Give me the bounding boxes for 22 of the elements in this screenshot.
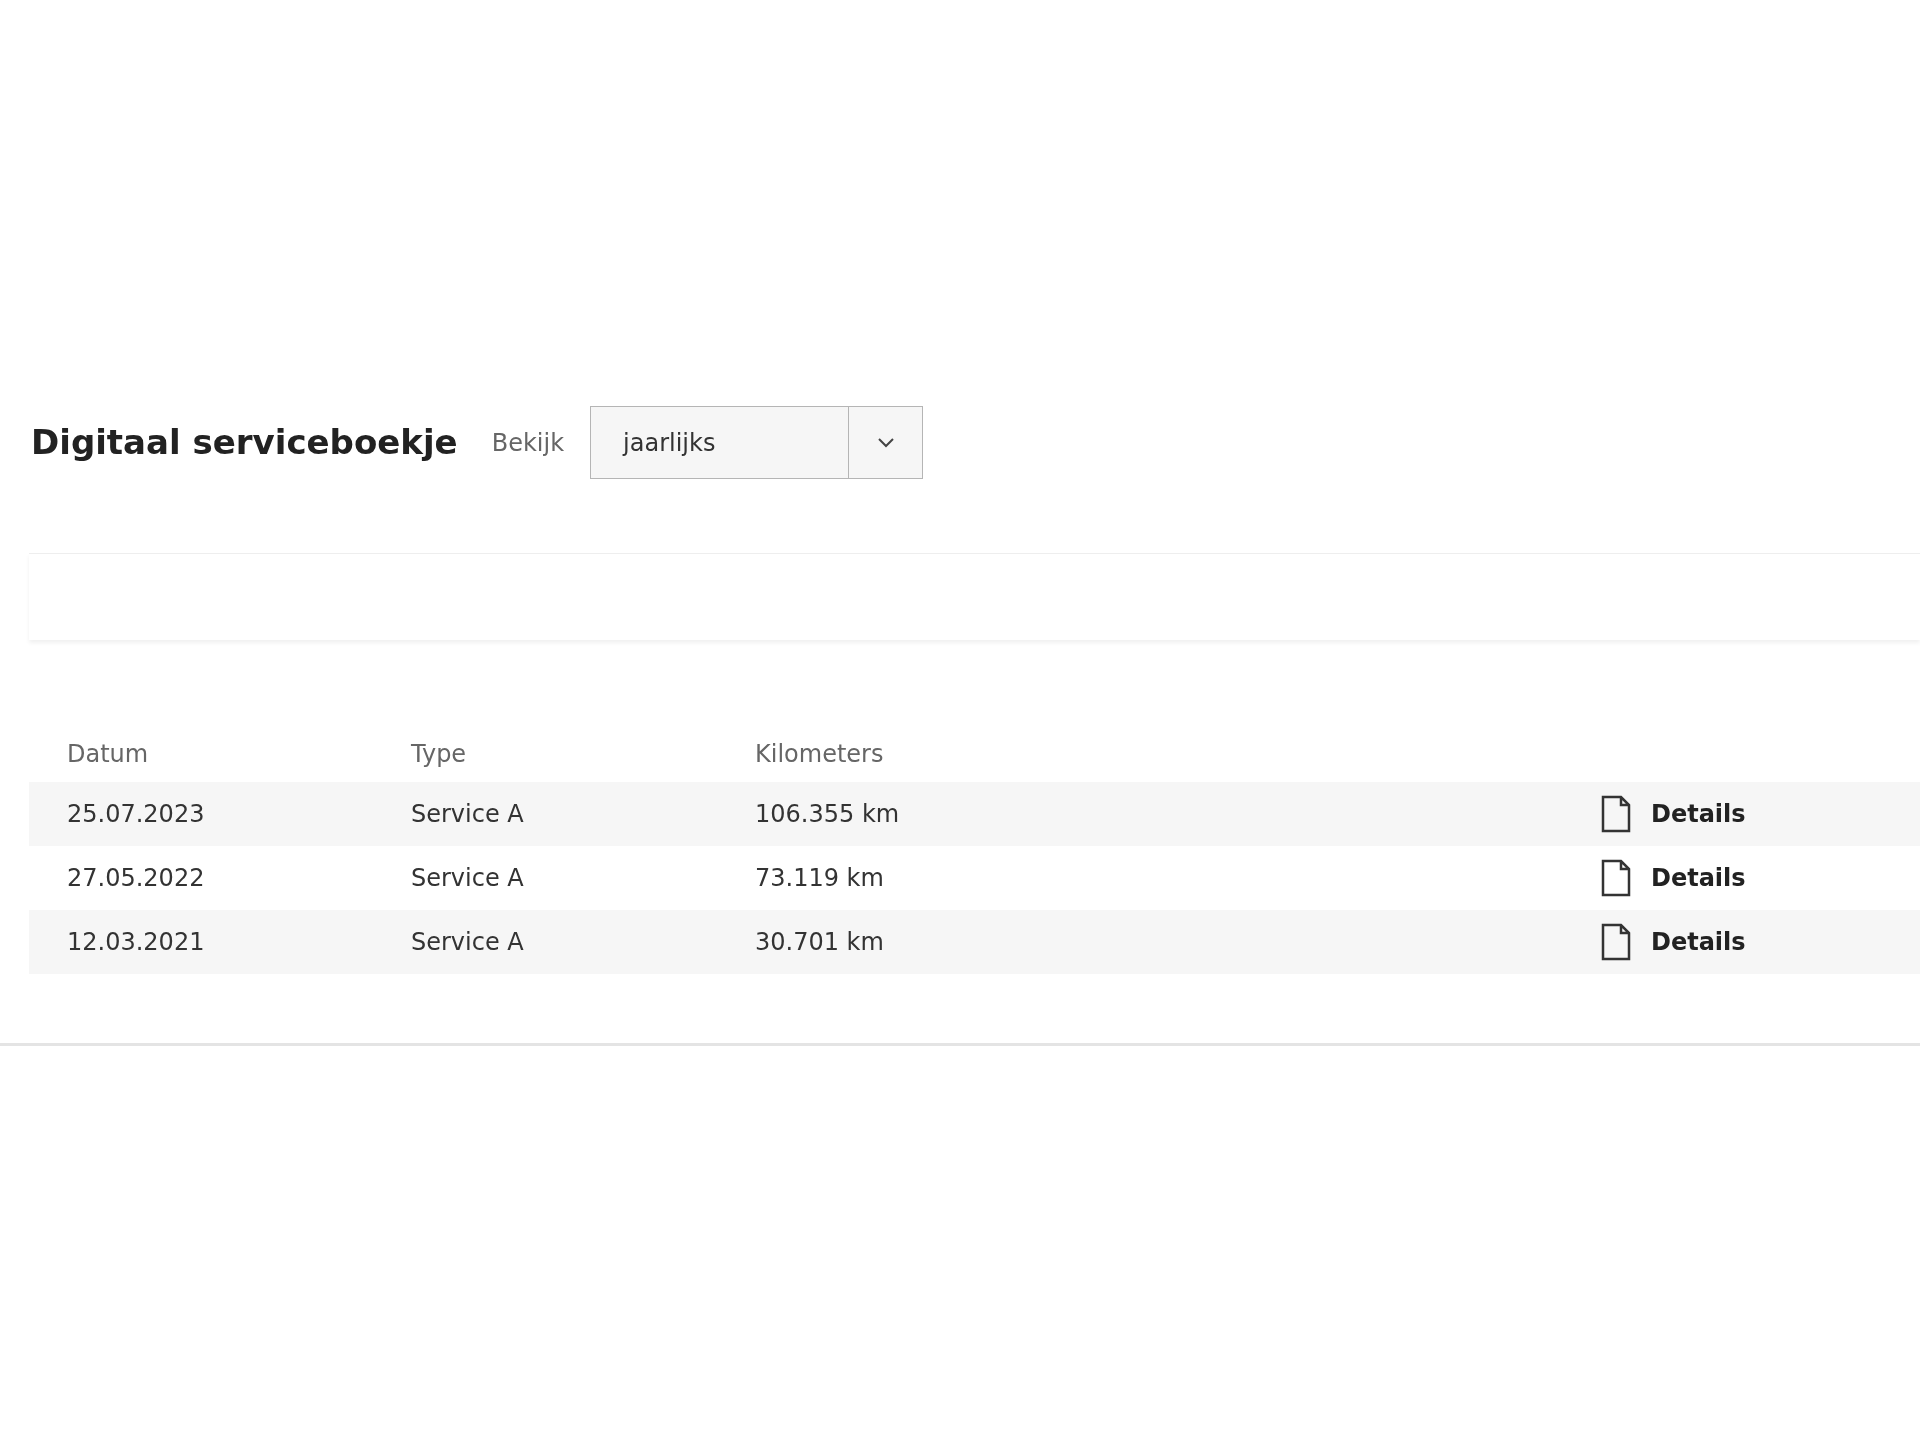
column-header: Type bbox=[411, 740, 467, 768]
table-cell: Service A bbox=[411, 928, 524, 956]
document-icon bbox=[1601, 859, 1631, 897]
view-label: Bekijk bbox=[491, 427, 565, 459]
table-cell: 12.03.2021 bbox=[67, 928, 205, 956]
chevron-down-icon bbox=[877, 437, 894, 448]
column-header: Datum bbox=[67, 740, 149, 768]
table-cell: Service A bbox=[411, 800, 524, 828]
page-title: Digitaal serviceboekje bbox=[31, 422, 458, 463]
details-link[interactable]: Details bbox=[1601, 923, 1746, 961]
details-link[interactable]: Details bbox=[1601, 795, 1746, 833]
document-icon bbox=[1601, 795, 1631, 833]
table-cell: 106.355 km bbox=[755, 800, 900, 828]
table-cell: 27.05.2022 bbox=[67, 864, 205, 892]
column-header: Kilometers bbox=[755, 740, 884, 768]
table-cell: 30.701 km bbox=[755, 928, 884, 956]
table-cell: Service A bbox=[411, 864, 524, 892]
document-icon bbox=[1601, 923, 1631, 961]
details-link[interactable]: Details bbox=[1601, 859, 1746, 897]
view-select[interactable]: jaarlijks bbox=[590, 406, 924, 479]
table-cell: 25.07.2023 bbox=[67, 800, 205, 828]
table-cell: 73.119 km bbox=[755, 864, 884, 892]
